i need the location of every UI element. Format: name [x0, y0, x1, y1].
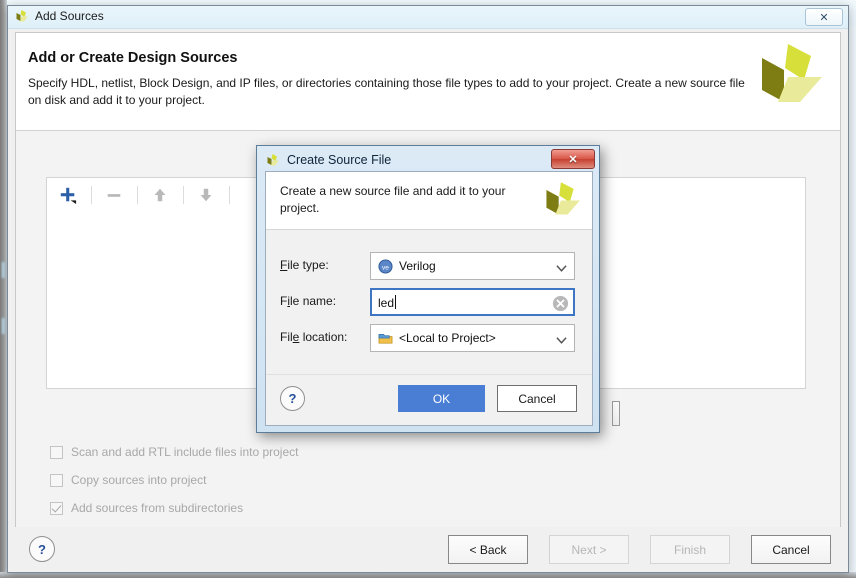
create-source-file-dialog: Create Source File ✕ Create a new source…: [256, 145, 600, 433]
file-name-row: File name: led: [266, 288, 592, 318]
svg-text:ve: ve: [382, 264, 389, 271]
chevron-down-icon: [556, 263, 567, 272]
ok-button[interactable]: OK: [398, 385, 485, 412]
toolbar-separator-1: [91, 186, 92, 204]
dialog-description: Create a new source file and add it to y…: [280, 184, 506, 215]
file-type-row: File type: ve Verilog: [266, 252, 592, 282]
text-caret: [395, 294, 397, 309]
toolbar-separator-3: [183, 186, 184, 204]
vivado-logo-icon: [265, 153, 281, 169]
file-location-label: File location:: [280, 330, 348, 344]
checkbox-box: [50, 445, 63, 459]
checkbox-box: [50, 501, 63, 515]
file-location-select[interactable]: <Local to Project>: [370, 324, 575, 352]
clear-circle-icon[interactable]: [552, 295, 569, 312]
move-down-button[interactable]: [193, 183, 219, 207]
finish-button-label: Finish: [673, 542, 706, 557]
cancel-button[interactable]: Cancel: [751, 535, 831, 564]
move-up-button[interactable]: [147, 183, 173, 207]
xilinx-logo-icon: [542, 180, 582, 220]
xilinx-logo-icon: [754, 40, 826, 112]
window-close-button[interactable]: ✕: [805, 8, 843, 26]
file-type-value: Verilog: [399, 259, 436, 273]
folder-icon: [378, 331, 393, 346]
dialog-inner-panel: Create a new source file and add it to y…: [265, 171, 593, 426]
file-location-value: <Local to Project>: [399, 331, 496, 345]
next-button-label: Next >: [571, 542, 607, 557]
checkbox-scan-rtl[interactable]: Scan and add RTL include files into proj…: [50, 443, 298, 461]
checkbox-label: Copy sources into project: [71, 473, 207, 487]
dialog-close-button[interactable]: ✕: [551, 149, 595, 169]
toolbar-separator-2: [137, 186, 138, 204]
background-left-tick-1: [2, 262, 5, 278]
dialog-footer: ? OK Cancel: [266, 374, 592, 425]
back-button-label: < Back: [469, 542, 507, 557]
checkbox-add-subdirectories[interactable]: Add sources from subdirectories: [50, 499, 243, 517]
checkbox-box: [50, 473, 63, 487]
checkbox-label: Scan and add RTL include files into proj…: [71, 445, 299, 459]
verilog-badge-icon: ve: [378, 258, 393, 274]
toolbar-separator-4: [229, 186, 230, 204]
dialog-cancel-button[interactable]: Cancel: [497, 385, 577, 412]
file-name-input[interactable]: led: [370, 288, 575, 316]
file-name-label: File name:: [280, 294, 337, 308]
dialog-help-button[interactable]: ?: [280, 386, 305, 411]
back-button[interactable]: < Back: [448, 535, 528, 564]
page-title: Add or Create Design Sources: [28, 50, 238, 66]
chevron-down-icon: [556, 335, 567, 344]
file-type-select[interactable]: ve Verilog: [370, 252, 575, 280]
page-description: Specify HDL, netlist, Block Design, and …: [28, 76, 745, 107]
finish-button[interactable]: Finish: [650, 535, 730, 564]
background-left-tick-2: [2, 318, 5, 334]
cancel-button-label: Cancel: [772, 542, 810, 557]
create-file-button[interactable]: [612, 401, 620, 426]
wizard-footer: ? < Back Next > Finish Cancel: [8, 527, 848, 572]
file-type-label: File type:: [280, 258, 329, 272]
window-title: Add Sources: [35, 9, 104, 23]
background-left-edge: [0, 0, 7, 578]
next-button[interactable]: Next >: [549, 535, 629, 564]
vivado-logo-icon: [14, 9, 30, 25]
dialog-header: Create a new source file and add it to y…: [266, 172, 592, 230]
file-name-value: led: [378, 294, 397, 310]
file-location-row: File location: <Local to Project>: [266, 324, 592, 354]
wizard-header: Add or Create Design Sources Specify HDL…: [16, 33, 840, 131]
help-button[interactable]: ?: [29, 536, 55, 562]
dialog-title: Create Source File: [287, 153, 392, 167]
checkbox-label: Add sources from subdirectories: [71, 501, 244, 515]
remove-button[interactable]: [101, 183, 127, 207]
add-button[interactable]: [55, 183, 81, 207]
window-titlebar: Add Sources ✕: [8, 6, 848, 29]
checkbox-copy-sources[interactable]: Copy sources into project: [50, 471, 206, 489]
